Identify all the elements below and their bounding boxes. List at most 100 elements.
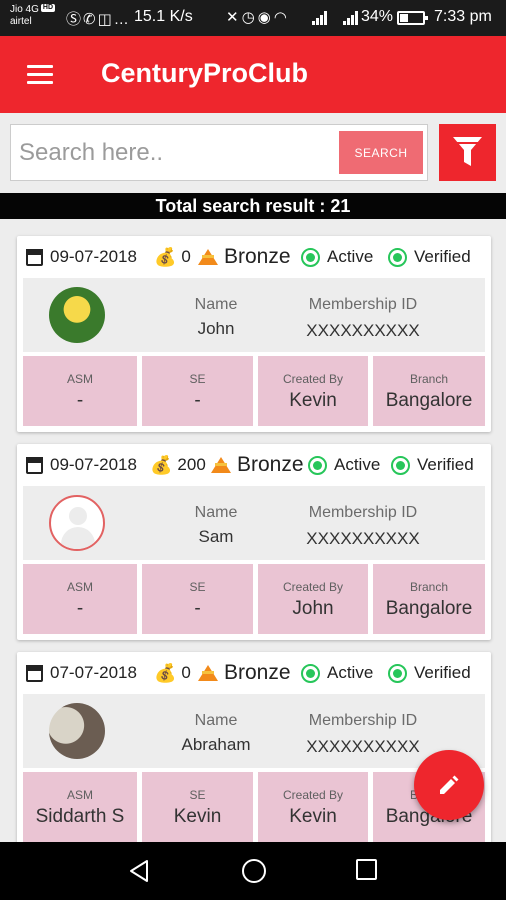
wifi-icon: ◠: [273, 9, 290, 26]
branch-cell: BranchBangalore: [373, 564, 485, 634]
calendar-icon: [26, 456, 43, 474]
card-status: Active: [301, 652, 373, 694]
member-card[interactable]: 07-07-2018 💰 0 Bronze Active Verified Nam…: [17, 652, 491, 848]
eye-icon: ◉: [257, 9, 274, 26]
active-status-icon: [308, 455, 327, 475]
status-bar: Jio 4G HD airtel Ⓢ✆◫… 15.1 K/s ✕◷◉◠ 34% 7…: [0, 0, 506, 36]
avatar: [49, 287, 105, 343]
recents-square-icon[interactable]: [356, 859, 377, 880]
branch-cell: BranchBangalore: [373, 356, 485, 426]
se-cell: SE -: [142, 564, 253, 634]
card-date: 07-07-2018: [26, 652, 137, 694]
created-by-cell: Created By John: [258, 564, 368, 634]
membership-id-label: Membership ID: [308, 712, 418, 729]
membership-id: XXXXXXXXXX: [306, 321, 420, 340]
back-triangle-icon[interactable]: [127, 859, 151, 883]
carrier-2: airtel: [10, 16, 32, 27]
card-points: 💰 200: [150, 455, 206, 475]
se-cell: SE -: [142, 356, 253, 426]
created-by-cell: Created By Kevin: [258, 772, 368, 842]
hd-badge: HD: [40, 4, 56, 12]
card-verification: Verified: [388, 652, 471, 694]
alarm-icon: ◷: [241, 9, 258, 26]
bronze-tier-icon: [198, 249, 218, 265]
bronze-tier-icon: [211, 457, 231, 473]
system-icons: ✕◷◉◠: [226, 8, 290, 26]
system-nav-bar: [0, 842, 506, 900]
card-tier: Bronze: [192, 652, 291, 694]
card-points: 💰 0: [154, 247, 191, 267]
avatar: [49, 703, 105, 759]
asm-cell: ASM -: [23, 564, 137, 634]
card-date: 09-07-2018: [26, 236, 137, 278]
asm-cell: ASM Siddarth S: [23, 772, 137, 842]
carrier-info: Jio 4G HD airtel: [10, 4, 56, 28]
whatsapp-icon: ✆: [83, 11, 98, 28]
member-name: Abraham: [181, 735, 251, 754]
active-status-icon: [301, 663, 320, 683]
card-header: 09-07-2018 💰 200 Bronze Active Verified: [17, 444, 491, 486]
signal-icon-1: [312, 11, 328, 25]
membership-id-label: Membership ID: [308, 296, 418, 313]
search-input[interactable]: [11, 125, 337, 180]
member-card[interactable]: 09-07-2018 💰 200 Bronze Active Verified N…: [17, 444, 491, 640]
calendar-icon: [26, 664, 43, 682]
card-tier: Bronze: [192, 236, 291, 278]
bronze-tier-icon: [198, 665, 218, 681]
search-button[interactable]: SEARCH: [339, 131, 423, 174]
hamburger-menu-icon[interactable]: [27, 65, 53, 85]
card-status: Active: [308, 444, 380, 486]
card-details: Name Sam Membership ID XXXXXXXXXX: [23, 486, 485, 560]
clock: 7:33 pm: [434, 8, 492, 25]
card-verification: Verified: [391, 444, 474, 486]
carrier-1: Jio 4G: [10, 4, 39, 15]
avatar-placeholder-icon: [49, 495, 105, 551]
card-details: Name John Membership ID XXXXXXXXXX: [23, 278, 485, 352]
search-box: SEARCH: [10, 124, 428, 181]
name-label: Name: [194, 296, 238, 313]
filter-funnel-icon: [453, 137, 482, 166]
instagram-icon: ◫: [97, 11, 114, 28]
card-assignments: ASM - SE - Created By John Branch Bangalore: [23, 564, 485, 634]
skype-icon: Ⓢ: [66, 11, 84, 28]
verified-status-icon: [388, 663, 407, 683]
battery-icon: [397, 11, 428, 25]
money-bag-icon: 💰: [150, 455, 173, 475]
active-status-icon: [301, 247, 320, 267]
notification-icons: Ⓢ✆◫…: [66, 8, 131, 29]
verified-status-icon: [388, 247, 407, 267]
signal-icon-2: [343, 11, 359, 25]
name-label: Name: [194, 504, 238, 521]
mute-icon: ✕: [226, 9, 242, 26]
asm-cell: ASM -: [23, 356, 137, 426]
membership-id: XXXXXXXXXX: [306, 529, 420, 548]
card-header: 09-07-2018 💰 0 Bronze Active Verified: [17, 236, 491, 278]
money-bag-icon: 💰: [154, 663, 177, 683]
battery-percent: 34%: [361, 8, 394, 25]
home-circle-icon[interactable]: [242, 859, 266, 883]
member-card[interactable]: 09-07-2018 💰 0 Bronze Active Verified Nam…: [17, 236, 491, 432]
card-points: 💰 0: [154, 663, 191, 683]
filter-button[interactable]: [439, 124, 496, 181]
money-bag-icon: 💰: [154, 247, 177, 267]
se-cell: SE Kevin: [142, 772, 253, 842]
member-name: John: [197, 319, 235, 338]
calendar-icon: [26, 248, 43, 266]
edit-pencil-icon: [440, 775, 459, 794]
card-details: Name Abraham Membership ID XXXXXXXXXX: [23, 694, 485, 768]
app-title: CenturyProClub: [101, 58, 309, 88]
app-bar: CenturyProClub: [0, 36, 506, 113]
results-summary: Total search result : 21: [0, 193, 506, 219]
edit-fab-button[interactable]: [414, 750, 484, 820]
more-icon: …: [113, 11, 131, 28]
member-name: Sam: [198, 527, 234, 546]
membership-id: XXXXXXXXXX: [306, 737, 420, 756]
card-verification: Verified: [388, 236, 471, 278]
card-tier: Bronze: [205, 444, 304, 486]
name-label: Name: [194, 712, 238, 729]
membership-id-label: Membership ID: [308, 504, 418, 521]
network-speed: 15.1 K/s: [134, 8, 193, 25]
card-header: 07-07-2018 💰 0 Bronze Active Verified: [17, 652, 491, 694]
card-assignments: ASM - SE - Created By Kevin Branch Bangalore: [23, 356, 485, 426]
verified-status-icon: [391, 455, 410, 475]
